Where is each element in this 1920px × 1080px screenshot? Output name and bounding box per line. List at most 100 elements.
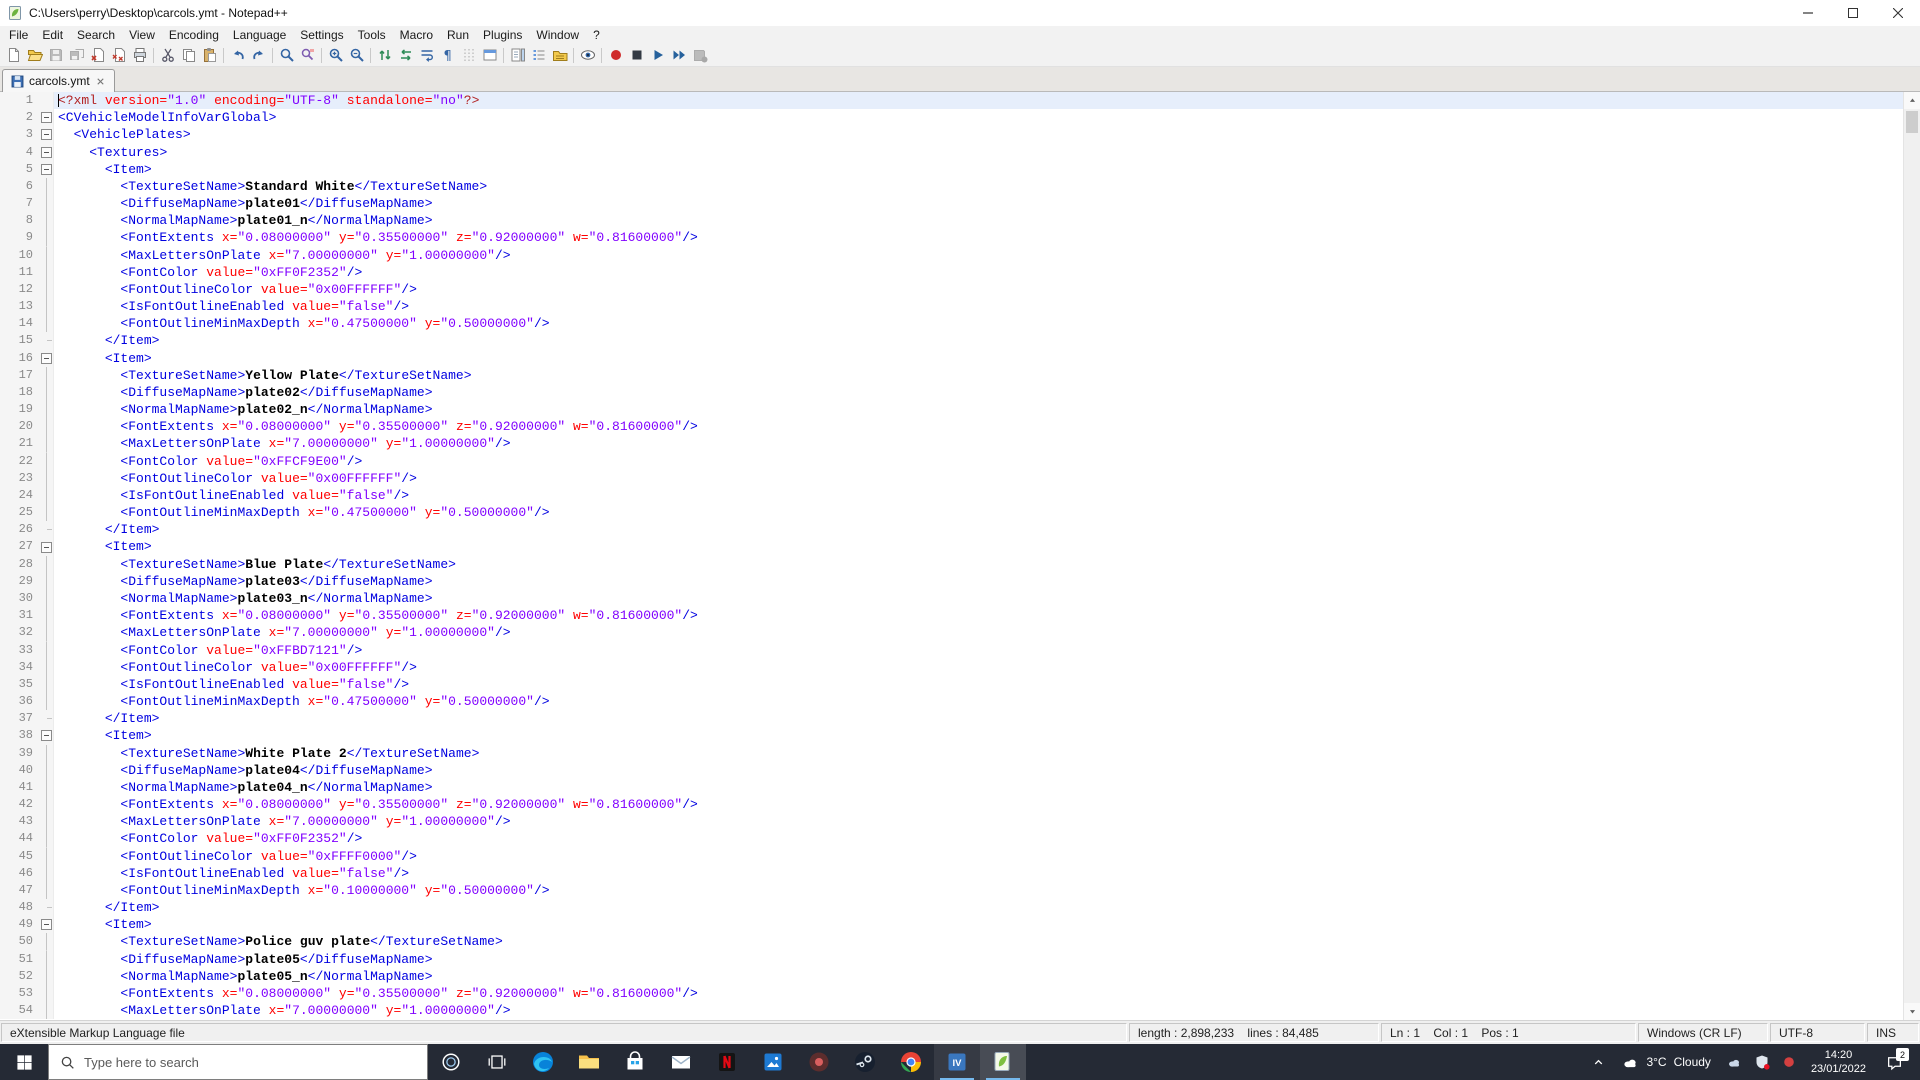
editor-line-12[interactable]: 12 <FontOutlineColor value="0x00FFFFFF"/… <box>0 280 1903 299</box>
menu-macro[interactable]: Macro <box>393 26 440 44</box>
taskbar-app-edge[interactable] <box>520 1044 566 1080</box>
editor-line-23[interactable]: 23 <FontOutlineColor value="0x00FFFFFF"/… <box>0 469 1903 487</box>
code-text[interactable]: <FontColor value="0xFF0F2352"/> <box>54 264 1903 281</box>
code-text[interactable]: <IsFontOutlineEnabled value="false"/> <box>54 487 1903 504</box>
editor-line-50[interactable]: 50 <TextureSetName>Police guv plate</Tex… <box>0 933 1903 951</box>
menu-file[interactable]: File <box>2 26 35 44</box>
task-view-button[interactable] <box>474 1044 520 1080</box>
macro-play-button[interactable] <box>647 45 668 65</box>
minimize-button[interactable] <box>1785 0 1830 26</box>
tray-app-icon[interactable] <box>1776 1044 1802 1080</box>
editor[interactable]: 1 <?xml version="1.0" encoding="UTF-8" st… <box>0 92 1920 1020</box>
code-text[interactable]: <TextureSetName>Police guv plate</Textur… <box>54 933 1903 950</box>
code-text[interactable]: <FontOutlineColor value="0x00FFFFFF"/> <box>54 470 1903 487</box>
open-folder-button[interactable] <box>24 45 45 65</box>
fold-collapse-button[interactable] <box>40 538 54 556</box>
taskbar-app-app-dark[interactable] <box>796 1044 842 1080</box>
status-insert-mode[interactable]: INS <box>1867 1023 1919 1042</box>
code-text[interactable]: <DiffuseMapName>plate03</DiffuseMapName> <box>54 573 1903 590</box>
zoom-out-button[interactable] <box>346 45 367 65</box>
code-text[interactable]: <FontOutlineColor value="0x00FFFFFF"/> <box>54 281 1903 298</box>
menu-settings[interactable]: Settings <box>293 26 350 44</box>
editor-line-9[interactable]: 9 <FontExtents x="0.08000000" y="0.35500… <box>0 229 1903 247</box>
menu-view[interactable]: View <box>122 26 162 44</box>
sync-h-button[interactable] <box>395 45 416 65</box>
menu-edit[interactable]: Edit <box>35 26 70 44</box>
show-all-chars-button[interactable]: ¶ <box>437 45 458 65</box>
menu-search[interactable]: Search <box>70 26 122 44</box>
scroll-down-arrow[interactable] <box>1904 1003 1920 1020</box>
folder-workspace-button[interactable] <box>549 45 570 65</box>
editor-line-8[interactable]: 8 <NormalMapName>plate01_n</NormalMapNam… <box>0 212 1903 230</box>
editor-line-27[interactable]: 27 <Item> <box>0 538 1903 556</box>
editor-line-39[interactable]: 39 <TextureSetName>White Plate 2</Textur… <box>0 744 1903 762</box>
save-button[interactable] <box>45 45 66 65</box>
taskbar-app-openiv[interactable]: IV <box>934 1044 980 1080</box>
taskbar-app-microsoft-store[interactable] <box>612 1044 658 1080</box>
editor-line-37[interactable]: 37 </Item> <box>0 710 1903 728</box>
macro-record-button[interactable] <box>605 45 626 65</box>
editor-line-20[interactable]: 20 <FontExtents x="0.08000000" y="0.3550… <box>0 418 1903 436</box>
macro-save-button[interactable] <box>689 45 710 65</box>
editor-line-7[interactable]: 7 <DiffuseMapName>plate01</DiffuseMapNam… <box>0 195 1903 213</box>
editor-line-34[interactable]: 34 <FontOutlineColor value="0x00FFFFFF"/… <box>0 658 1903 676</box>
editor-line-1[interactable]: 1 <?xml version="1.0" encoding="UTF-8" st… <box>0 92 1903 110</box>
code-text[interactable]: <Item> <box>54 916 1903 933</box>
taskbar-app-mail[interactable] <box>658 1044 704 1080</box>
function-list-button[interactable] <box>528 45 549 65</box>
menu-plugins[interactable]: Plugins <box>476 26 529 44</box>
menu-help[interactable]: ? <box>586 26 607 44</box>
code-text[interactable]: <NormalMapName>plate05_n</NormalMapName> <box>54 968 1903 985</box>
fold-collapse-button[interactable] <box>40 126 54 144</box>
status-encoding[interactable]: UTF-8 <box>1770 1023 1865 1042</box>
editor-line-19[interactable]: 19 <NormalMapName>plate02_n</NormalMapNa… <box>0 401 1903 419</box>
code-text[interactable]: <FontOutlineMinMaxDepth x="0.47500000" y… <box>54 504 1903 521</box>
editor-line-26[interactable]: 26 </Item> <box>0 521 1903 539</box>
user-dialog-button[interactable] <box>479 45 500 65</box>
editor-line-4[interactable]: 4 <Textures> <box>0 143 1903 161</box>
code-text[interactable]: <TextureSetName>Standard White</TextureS… <box>54 178 1903 195</box>
zoom-in-button[interactable] <box>325 45 346 65</box>
doc-map-button[interactable] <box>507 45 528 65</box>
editor-line-11[interactable]: 11 <FontColor value="0xFF0F2352"/> <box>0 263 1903 281</box>
editor-line-28[interactable]: 28 <TextureSetName>Blue Plate</TextureSe… <box>0 555 1903 573</box>
code-text[interactable]: <FontOutlineMinMaxDepth x="0.47500000" y… <box>54 693 1903 710</box>
editor-line-25[interactable]: 25 <FontOutlineMinMaxDepth x="0.47500000… <box>0 504 1903 522</box>
start-button[interactable] <box>0 1044 48 1080</box>
code-text[interactable]: <FontOutlineMinMaxDepth x="0.47500000" y… <box>54 315 1903 332</box>
code-text[interactable]: <FontColor value="0xFF0F2352"/> <box>54 830 1903 847</box>
code-text[interactable]: <FontOutlineMinMaxDepth x="0.10000000" y… <box>54 882 1903 899</box>
print-button[interactable] <box>129 45 150 65</box>
editor-line-18[interactable]: 18 <DiffuseMapName>plate02</DiffuseMapNa… <box>0 383 1903 402</box>
code-text[interactable]: <MaxLettersOnPlate x="7.00000000" y="1.0… <box>54 813 1903 830</box>
editor-line-44[interactable]: 44 <FontColor value="0xFF0F2352"/> <box>0 830 1903 848</box>
hidden-icons-chevron[interactable] <box>1585 1044 1612 1080</box>
save-all-button[interactable] <box>66 45 87 65</box>
code-text[interactable]: </Item> <box>54 521 1903 538</box>
paste-button[interactable] <box>199 45 220 65</box>
status-eol-format[interactable]: Windows (CR LF) <box>1638 1023 1768 1042</box>
taskbar-app-notepad-plus-plus[interactable] <box>980 1044 1026 1080</box>
code-text[interactable]: <IsFontOutlineEnabled value="false"/> <box>54 676 1903 693</box>
editor-line-24[interactable]: 24 <IsFontOutlineEnabled value="false"/> <box>0 486 1903 505</box>
editor-line-45[interactable]: 45 <FontOutlineColor value="0xFFFF0000"/… <box>0 847 1903 865</box>
code-text[interactable]: </Item> <box>54 332 1903 349</box>
fold-collapse-button[interactable] <box>40 916 54 934</box>
code-text[interactable]: <MaxLettersOnPlate x="7.00000000" y="1.0… <box>54 624 1903 641</box>
menu-encoding[interactable]: Encoding <box>162 26 226 44</box>
editor-line-47[interactable]: 47 <FontOutlineMinMaxDepth x="0.10000000… <box>0 881 1903 900</box>
maximize-button[interactable] <box>1830 0 1875 26</box>
editor-line-33[interactable]: 33 <FontColor value="0xFFBD7121"/> <box>0 641 1903 659</box>
vertical-scrollbar[interactable] <box>1903 92 1920 1020</box>
code-text[interactable]: <TextureSetName>Blue Plate</TextureSetNa… <box>54 556 1903 573</box>
close-all-button[interactable] <box>108 45 129 65</box>
new-file-button[interactable] <box>3 45 24 65</box>
scroll-up-arrow[interactable] <box>1904 92 1920 109</box>
code-text[interactable]: <MaxLettersOnPlate x="7.00000000" y="1.0… <box>54 435 1903 452</box>
menu-tools[interactable]: Tools <box>351 26 393 44</box>
taskbar-app-chrome[interactable] <box>888 1044 934 1080</box>
editor-line-5[interactable]: 5 <Item> <box>0 160 1903 178</box>
editor-line-32[interactable]: 32 <MaxLettersOnPlate x="7.00000000" y="… <box>0 624 1903 642</box>
weather-widget[interactable]: 3°C Cloudy <box>1612 1053 1720 1071</box>
editor-line-36[interactable]: 36 <FontOutlineMinMaxDepth x="0.47500000… <box>0 693 1903 711</box>
